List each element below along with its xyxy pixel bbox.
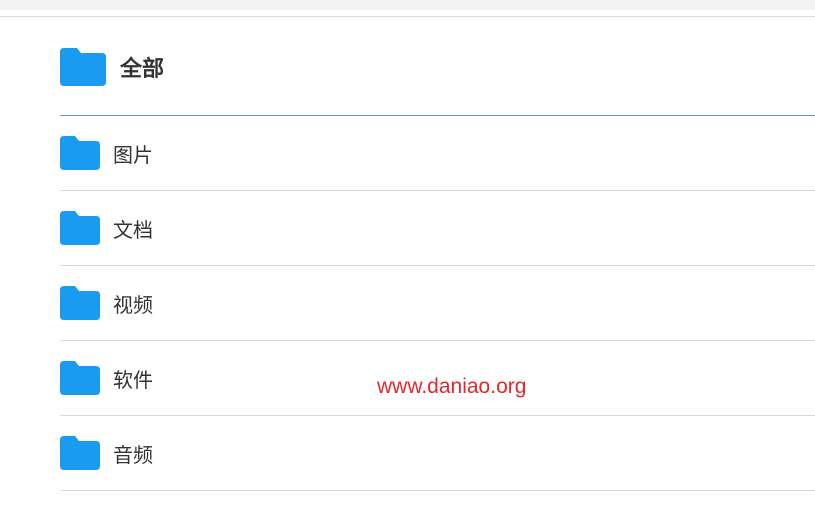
folder-icon (60, 361, 100, 395)
top-divider (0, 16, 815, 17)
folder-item-images[interactable]: 图片 (60, 116, 815, 191)
folder-label: 视频 (113, 292, 153, 317)
page-title: 全部 (120, 57, 165, 82)
folder-header[interactable]: 全部 (60, 44, 164, 90)
folder-list: 图片 文档 视频 软件 音频 (60, 116, 815, 491)
browser-top-bar (0, 0, 815, 10)
folder-label: 图片 (113, 142, 153, 167)
folder-icon (60, 211, 100, 245)
folder-icon (60, 436, 100, 470)
folder-label: 软件 (113, 367, 153, 392)
watermark-text: www.daniao.org (377, 375, 527, 398)
folder-item-documents[interactable]: 文档 (60, 191, 815, 266)
folder-item-videos[interactable]: 视频 (60, 266, 815, 341)
folder-icon (60, 48, 106, 86)
folder-label: 音频 (113, 442, 153, 467)
folder-icon (60, 286, 100, 320)
folder-label: 文档 (113, 217, 153, 242)
folder-icon (60, 136, 100, 170)
folder-item-audio[interactable]: 音频 (60, 416, 815, 491)
